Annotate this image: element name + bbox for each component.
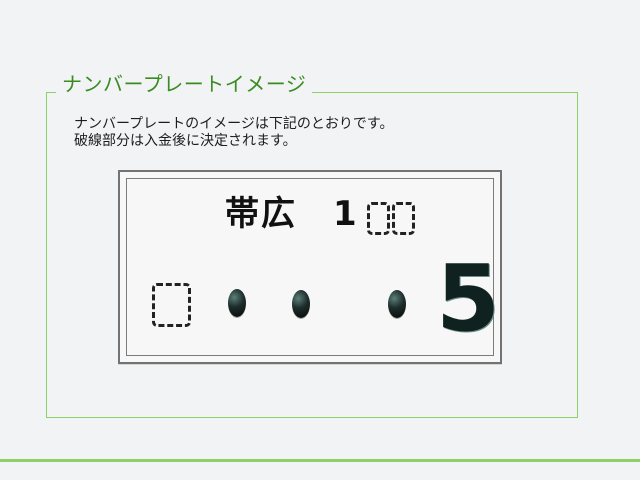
section-title: ナンバープレートイメージ — [56, 72, 313, 96]
description-line-2: 破線部分は入金後に決定されます。 — [74, 133, 297, 149]
dot-icon — [388, 290, 406, 318]
plate-class-digit: 1 — [333, 194, 357, 234]
bottom-divider — [0, 459, 640, 462]
dot-icon — [292, 290, 310, 318]
pending-class-digit-icon — [367, 202, 390, 235]
plate-serial-digit: 5 — [436, 245, 501, 352]
number-plate-image: 帯広 1 5 — [118, 170, 502, 364]
description: ナンバープレートのイメージは下記のとおりです。 破線部分は入金後に決定されます。 — [74, 116, 393, 150]
pending-class-digit-icon — [392, 202, 415, 235]
description-line-1: ナンバープレートのイメージは下記のとおりです。 — [74, 116, 394, 132]
plate-region: 帯広 — [225, 194, 297, 234]
number-plate-inner-border: 帯広 1 5 — [126, 178, 501, 356]
dot-icon — [228, 289, 246, 317]
pending-hiragana-icon — [152, 283, 191, 327]
